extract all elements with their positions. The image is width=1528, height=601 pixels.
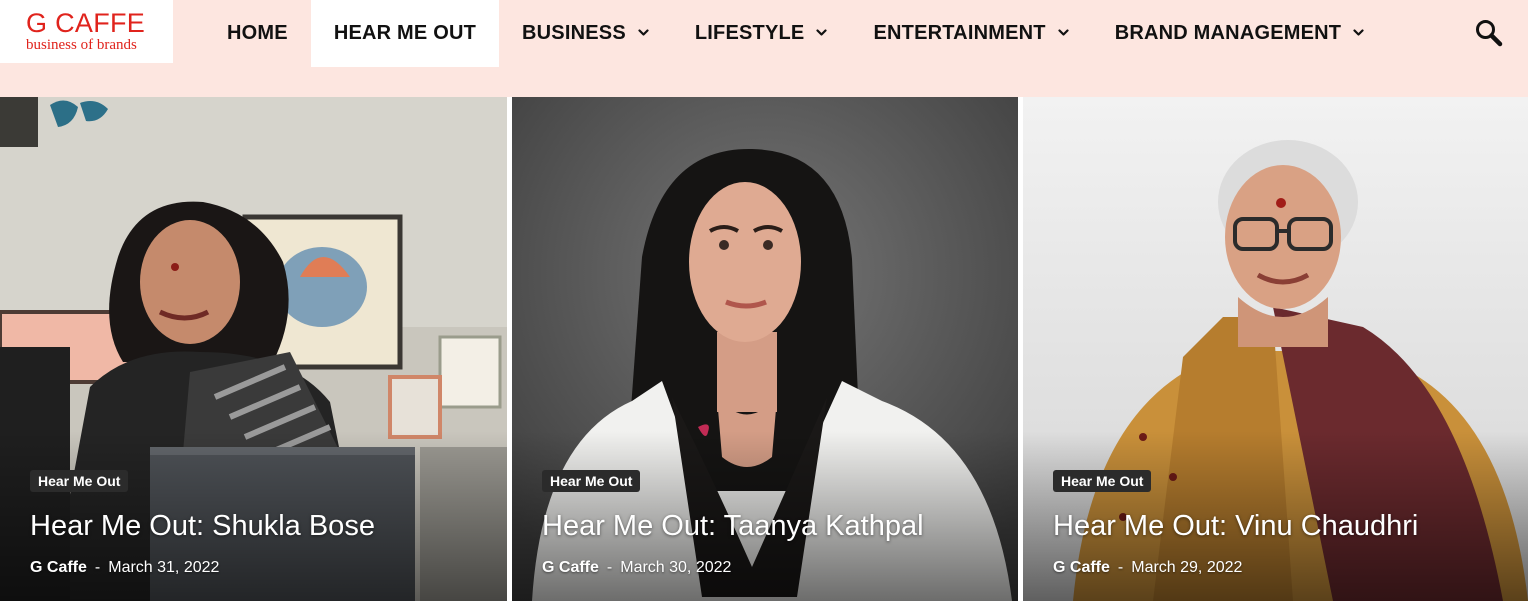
post-card[interactable]: Hear Me Out Hear Me Out: Vinu Chaudhri G… (1023, 97, 1528, 601)
nav-item-label: ENTERTAINMENT (873, 22, 1046, 44)
category-badge[interactable]: Hear Me Out (30, 470, 129, 492)
logo-title: G CAFFE (26, 8, 146, 38)
search-icon[interactable] (1474, 18, 1504, 48)
chevron-down-icon (816, 27, 828, 38)
nav-item-label: HEAR ME OUT (333, 22, 477, 44)
chevron-down-icon (1353, 27, 1364, 38)
site-logo[interactable]: G CAFFE business of brands (0, 0, 173, 63)
post-meta: Hear Me Out Hear Me Out: Vinu Chaudhri G… (1053, 470, 1518, 578)
post-byline: G Caffe - March 30, 2022 (542, 558, 1008, 578)
chevron-down-icon (638, 27, 649, 38)
post-author[interactable]: G Caffe (542, 559, 599, 576)
post-byline: G Caffe - March 31, 2022 (30, 558, 497, 578)
post-meta: Hear Me Out Hear Me Out: Shukla Bose G C… (30, 470, 497, 578)
nav-item-label: BRAND MANAGEMENT (1114, 22, 1342, 44)
category-badge[interactable]: Hear Me Out (1053, 470, 1152, 492)
byline-separator: - (1117, 559, 1124, 576)
byline-separator: - (94, 559, 101, 576)
byline-separator: - (606, 559, 613, 576)
nav-item-entertainment[interactable]: ENTERTAINMENT (850, 0, 1091, 67)
post-title[interactable]: Hear Me Out: Vinu Chaudhri (1053, 509, 1518, 543)
logo-subtitle: business of brands (26, 37, 137, 53)
category-badge[interactable]: Hear Me Out (542, 470, 641, 492)
post-card[interactable]: Hear Me Out Hear Me Out: Shukla Bose G C… (0, 97, 507, 601)
post-date: March 31, 2022 (108, 559, 220, 576)
post-byline: G Caffe - March 29, 2022 (1053, 558, 1518, 578)
nav-item-label: LIFESTYLE (694, 22, 805, 44)
post-date: March 29, 2022 (1131, 559, 1243, 576)
nav-item-business[interactable]: BUSINESS (499, 0, 672, 67)
post-author[interactable]: G Caffe (30, 559, 87, 576)
nav-item-lifestyle[interactable]: LIFESTYLE (672, 0, 851, 67)
nav-item-label: HOME (227, 22, 288, 44)
nav-item-hear-me-out[interactable]: HEAR ME OUT (310, 0, 500, 67)
featured-posts: Hear Me Out Hear Me Out: Shukla Bose G C… (0, 97, 1528, 601)
post-title[interactable]: Hear Me Out: Taanya Kathpal (542, 509, 1008, 543)
chevron-down-icon (1058, 27, 1069, 38)
site-header: G CAFFE business of brands HOME HEAR ME … (0, 0, 1528, 97)
post-author[interactable]: G Caffe (1053, 559, 1110, 576)
nav-item-home[interactable]: HOME (204, 0, 311, 67)
post-date: March 30, 2022 (620, 559, 732, 576)
post-title[interactable]: Hear Me Out: Shukla Bose (30, 509, 497, 543)
main-nav: HOME HEAR ME OUT BUSINESS LIFESTYLE ENTE… (204, 0, 1387, 67)
post-meta: Hear Me Out Hear Me Out: Taanya Kathpal … (542, 470, 1008, 578)
post-card[interactable]: Hear Me Out Hear Me Out: Taanya Kathpal … (512, 97, 1018, 601)
nav-item-brand-management[interactable]: BRAND MANAGEMENT (1092, 0, 1388, 67)
nav-item-label: BUSINESS (522, 22, 626, 44)
